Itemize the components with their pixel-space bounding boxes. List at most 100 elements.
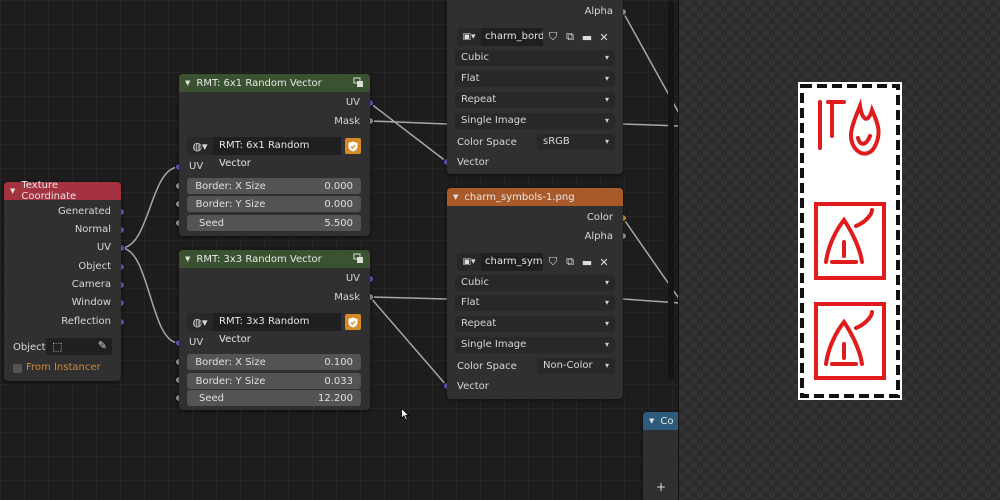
editor-scrollbar[interactable] — [668, 0, 674, 380]
input-vector: Vector — [457, 157, 489, 168]
dropdown-value: Repeat — [461, 318, 497, 329]
output-normal: Normal — [74, 224, 111, 235]
group-name-field[interactable]: RMT: 6x1 Random Vector — [213, 137, 341, 169]
border-y-size-field[interactable]: Border: Y Size 0.000 — [187, 196, 361, 212]
mouse-cursor-icon — [401, 408, 410, 421]
dropdown-value: Single Image — [461, 115, 527, 126]
interpolation-dropdown[interactable]: Cubic ▾ — [455, 275, 615, 291]
border-y-size-field[interactable]: Border: Y Size 0.033 — [187, 373, 361, 389]
node-title: RMT: 6x1 Random Vector — [196, 77, 322, 89]
node-title: RMT: 3x3 Random Vector — [196, 253, 322, 265]
image-name-field[interactable]: charm_sym... — [481, 253, 543, 271]
field-value: 0.100 — [324, 356, 353, 368]
extension-dropdown[interactable]: Repeat ▾ — [455, 316, 615, 332]
duplicate-icon[interactable]: ⧉ — [563, 255, 577, 269]
node-title: charm_symbols-1.png — [464, 191, 575, 203]
image-name-field[interactable]: charm_bord... — [481, 28, 543, 46]
fake-user-shield-icon[interactable]: ⛉ — [546, 255, 560, 269]
source-dropdown[interactable]: Single Image ▾ — [455, 113, 615, 129]
node-header[interactable]: ▼ charm_symbols-1.png — [447, 188, 623, 206]
image-selector[interactable]: ▣▾ charm_sym... ⛉ ⧉ ▬ ✕ — [457, 253, 611, 271]
shield-icon[interactable] — [345, 138, 361, 154]
image-texture-node-border[interactable]: Alpha ▣▾ charm_bord... ⛉ ⧉ ▬ ✕ Cubic ▾ Fl… — [447, 0, 623, 174]
chevron-down-icon: ▾ — [604, 74, 609, 83]
color-space-label: Color Space — [457, 137, 517, 148]
image-viewer[interactable] — [678, 0, 1000, 500]
from-instancer-checkbox[interactable] — [13, 364, 22, 373]
field-value: 12.200 — [318, 392, 353, 404]
charm-texture-image — [798, 82, 902, 400]
collapse-icon[interactable]: ▼ — [453, 193, 458, 201]
dropdown-value: Single Image — [461, 339, 527, 350]
node-header[interactable]: ▼ RMT: 6x1 Random Vector — [179, 74, 370, 92]
collapse-icon[interactable]: ▼ — [185, 255, 190, 263]
node-title: Co — [660, 415, 674, 427]
seed-field[interactable]: Seed 12.200 — [187, 390, 361, 406]
node-group-icon[interactable]: ◍▾ — [187, 137, 213, 155]
node-group-icon[interactable] — [353, 77, 364, 88]
folder-icon[interactable]: ▬ — [580, 255, 594, 269]
projection-dropdown[interactable]: Flat ▾ — [455, 295, 615, 311]
chevron-down-icon: ▾ — [604, 53, 609, 62]
node-group-selector[interactable]: ◍▾ RMT: 6x1 Random Vector — [187, 137, 361, 169]
border-x-size-field[interactable]: Border: X Size 0.000 — [187, 178, 361, 194]
field-value: 0.000 — [324, 180, 353, 192]
extension-dropdown[interactable]: Repeat ▾ — [455, 92, 615, 108]
chevron-down-icon: ▾ — [604, 361, 609, 370]
image-selector[interactable]: ▣▾ charm_bord... ⛉ ⧉ ▬ ✕ — [457, 28, 611, 46]
seed-field[interactable]: Seed 5.500 — [187, 215, 361, 231]
color-space-dropdown[interactable]: Non-Color ▾ — [537, 358, 615, 374]
output-alpha: Alpha — [584, 6, 613, 17]
projection-dropdown[interactable]: Flat ▾ — [455, 71, 615, 87]
rmt-3x3-random-vector-node[interactable]: ▼ RMT: 3x3 Random Vector UV Mask ◍▾ RMT:… — [179, 250, 370, 410]
eyedropper-icon[interactable]: ✎ — [98, 339, 107, 352]
output-uv: UV — [96, 242, 111, 253]
node-group-selector[interactable]: ◍▾ RMT: 3x3 Random Vector — [187, 313, 361, 345]
collapse-icon[interactable]: ▼ — [649, 417, 654, 425]
object-field[interactable]: ⬚ ✎ — [46, 338, 112, 355]
add-icon[interactable]: + — [656, 480, 666, 494]
node-header[interactable]: ▼ RMT: 3x3 Random Vector — [179, 250, 370, 268]
group-name-field[interactable]: RMT: 3x3 Random Vector — [213, 313, 341, 345]
output-reflection: Reflection — [61, 316, 111, 327]
input-uv: UV — [189, 161, 204, 172]
color-space-dropdown[interactable]: sRGB ▾ — [537, 134, 615, 150]
chevron-down-icon: ▾ — [604, 298, 609, 307]
folder-icon[interactable]: ▬ — [580, 30, 594, 44]
field-value: 0.000 — [324, 198, 353, 210]
image-browse-icon[interactable]: ▣▾ — [457, 28, 481, 46]
partial-node[interactable]: ▼ Co + — [643, 412, 678, 500]
chevron-down-icon: ▾ — [604, 319, 609, 328]
node-editor[interactable]: ▼ Texture Coordinate Generated Normal UV… — [0, 0, 678, 500]
image-browse-icon[interactable]: ▣▾ — [457, 253, 481, 271]
field-label: Seed — [199, 217, 224, 229]
chevron-down-icon: ▾ — [604, 340, 609, 349]
collapse-icon[interactable]: ▼ — [10, 187, 15, 195]
field-value: 0.033 — [324, 375, 353, 387]
duplicate-icon[interactable]: ⧉ — [563, 30, 577, 44]
node-group-icon[interactable] — [353, 253, 364, 264]
source-dropdown[interactable]: Single Image ▾ — [455, 337, 615, 353]
interpolation-dropdown[interactable]: Cubic ▾ — [455, 50, 615, 66]
output-alpha: Alpha — [584, 231, 613, 242]
field-label: Border: Y Size — [195, 198, 266, 210]
output-uv: UV — [345, 97, 360, 108]
close-icon[interactable]: ✕ — [597, 30, 611, 44]
collapse-icon[interactable]: ▼ — [185, 79, 190, 87]
shield-icon[interactable] — [345, 314, 361, 330]
field-value: 5.500 — [324, 217, 353, 229]
object-icon: ⬚ — [52, 340, 63, 353]
node-group-icon[interactable]: ◍▾ — [187, 313, 213, 331]
object-label: Object: — [13, 342, 49, 353]
color-space-label: Color Space — [457, 361, 517, 372]
fake-user-shield-icon[interactable]: ⛉ — [546, 30, 560, 44]
node-header[interactable]: ▼ Co — [643, 412, 678, 430]
output-object: Object — [78, 261, 111, 272]
output-uv: UV — [345, 273, 360, 284]
border-x-size-field[interactable]: Border: X Size 0.100 — [187, 354, 361, 370]
node-header[interactable]: ▼ Texture Coordinate — [4, 180, 121, 202]
texture-coordinate-node[interactable]: ▼ Texture Coordinate Generated Normal UV… — [4, 180, 121, 381]
rmt-6x1-random-vector-node[interactable]: ▼ RMT: 6x1 Random Vector UV Mask ◍▾ RMT:… — [179, 74, 370, 236]
image-texture-node-symbols[interactable]: ▼ charm_symbols-1.png Color Alpha ▣▾ cha… — [447, 188, 623, 399]
close-icon[interactable]: ✕ — [597, 255, 611, 269]
